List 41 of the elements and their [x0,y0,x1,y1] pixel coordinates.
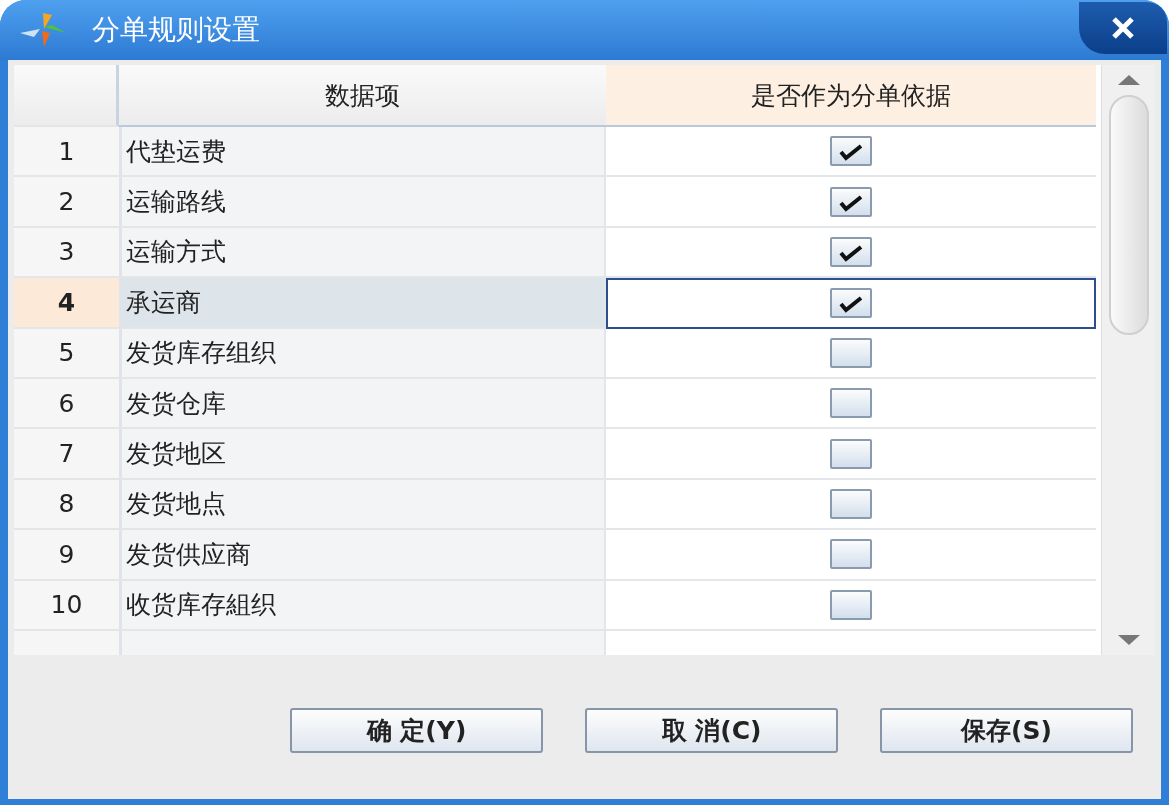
row-number: 3 [14,227,119,279]
row-number: 6 [14,378,119,430]
checkbox[interactable] [830,288,872,319]
dialog-button[interactable]: 保存(S) [880,708,1133,753]
table-cell: 收货库存組织 [119,580,606,631]
row-number: 1 [14,127,119,178]
table-cell: 发货地点 [119,479,606,531]
row-number: 2 [14,177,119,228]
table-cell: 发货供应商 [119,530,606,581]
checkbox[interactable] [830,438,872,469]
row-number: 10 [14,580,119,631]
checkbox[interactable] [830,388,872,419]
row-number: 7 [14,429,119,480]
checkbox[interactable] [830,186,872,217]
column-header[interactable]: 数据项 [119,65,606,127]
checkbox[interactable] [830,236,872,267]
table-cell: 发货库存组织 [119,328,606,379]
table-cell: 运输路线 [119,177,606,228]
dialog-button[interactable]: 确 定(Y) [290,708,543,753]
window-title: 分单规则设置 [92,12,261,48]
row-number: 4 [14,278,119,329]
table-cell: 承运商 [119,278,606,329]
close-icon[interactable] [1079,2,1167,54]
checkbox-cell[interactable] [606,278,1096,329]
row-number: 5 [14,328,119,379]
checkbox[interactable] [830,136,872,167]
checkbox[interactable] [830,488,872,519]
row-number: 8 [14,479,119,531]
checkbox[interactable] [830,337,872,368]
table-cell: 发货地区 [119,429,606,480]
dialog-button[interactable]: 取 消(C) [585,708,838,753]
table-cell: 代垫运费 [119,127,606,178]
scroll-up-icon[interactable] [1117,75,1140,85]
table-cell: 发货仓库 [119,378,606,430]
scrollbar[interactable] [1101,65,1155,655]
row-number: 9 [14,530,119,581]
table-cell: 运输方式 [119,227,606,279]
column-header[interactable]: 是否作为分单依据 [606,65,1096,127]
checkbox[interactable] [830,589,872,620]
checkbox[interactable] [830,539,872,570]
scroll-down-icon[interactable] [1117,635,1140,645]
